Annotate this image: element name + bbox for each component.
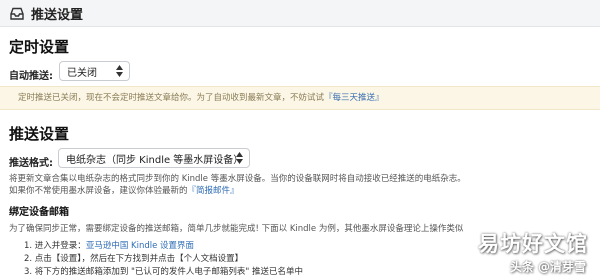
select-arrows-icon [236,152,243,164]
step1-text: 1. 进入并登录： [24,241,86,251]
push-format-label: 推送格式: [9,158,53,169]
every-three-days-link[interactable]: 『每三天推送』 [324,93,384,103]
email-digest-link[interactable]: 『简报邮件』 [188,186,239,196]
notice-text: 定时推送已关闭，现在不会定时推送文章给你。为了自动收到最新文章，不妨试试 [18,93,325,103]
watermark: 易坊好文馆 头条 @清芽雪 [434,228,592,276]
push-format-description: 将更新文章合集以电纸杂志的格式同步到你的 Kindle 等墨水屏设备。当你的设备… [9,174,466,184]
list-item: 1. 进入并登录：亚马逊中国 Kindle 设置界面 [24,240,303,253]
timed-push-notice: 定时推送已关闭，现在不会定时推送文章给你。为了自动收到最新文章，不妨试试『每三天… [0,86,600,110]
bind-email-intro: 为了确保同步正常，需要绑定设备的推送邮箱，简单几步就能完成! 下面以 Kindl… [9,224,464,234]
inbox-icon [9,5,25,21]
bind-email-heading: 绑定设备邮箱 [9,207,69,218]
email-digest-suggestion: 如果你不常使用墨水屏设备，建议你体验最新的『简报邮件』 [9,184,239,196]
page-title: 推送设置 [31,7,84,23]
page-header: 推送设置 [0,0,600,27]
select-arrows-icon [116,65,123,77]
list-item: 2. 点击【设置】，然后在下方找到并点击【个人文档设置】 [24,254,244,264]
suggestion-text: 如果你不常使用墨水屏设备，建议你体验最新的 [9,186,188,196]
push-format-value: 电纸杂志（同步 Kindle 等墨水屏设备） [66,154,244,166]
amazon-kindle-settings-link[interactable]: 亚马逊中国 Kindle 设置界面 [86,241,194,251]
watermark-author: 头条 @清芽雪 [509,260,586,274]
auto-push-value: 已关闭 [67,67,97,79]
list-item: 3. 将下方的推送邮箱添加到 "已认可的发件人电子邮箱列表" 推送已名单中 [24,267,304,277]
push-settings-heading: 推送设置 [9,125,70,143]
bind-steps-list: 1. 进入并登录：亚马逊中国 Kindle 设置界面 2. 点击【设置】，然后在… [24,240,303,279]
timed-settings-heading: 定时设置 [9,38,70,56]
auto-push-label: 自动推送: [9,71,53,82]
auto-push-select[interactable]: 已关闭 [59,61,130,81]
watermark-title: 易坊好文馆 [478,232,588,256]
push-format-select[interactable]: 电纸杂志（同步 Kindle 等墨水屏设备） [58,148,250,168]
